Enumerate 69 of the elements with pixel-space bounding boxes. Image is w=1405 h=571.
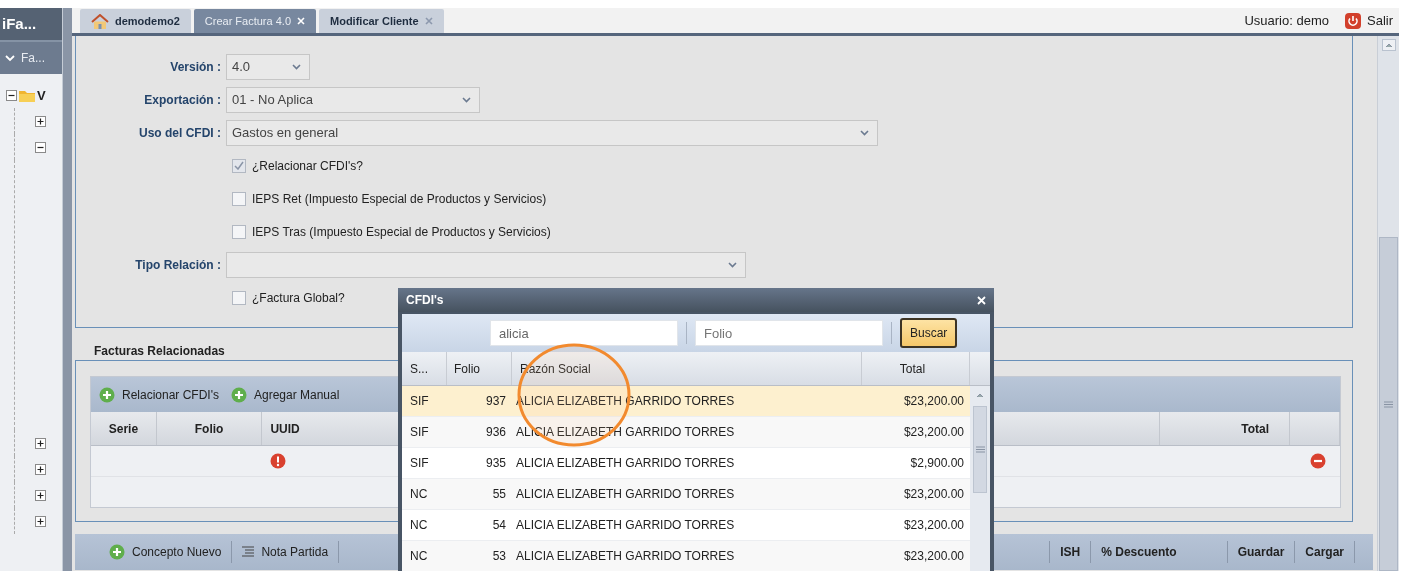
toolbar-button[interactable]: Guardar [1227,541,1296,563]
chevron-down-icon [5,54,15,62]
search-field[interactable]: alicia [490,320,678,346]
logout-button[interactable]: Salir [1345,12,1393,29]
section-title: Facturas Relacionadas [93,343,225,360]
field-label: Uso del CFDI : [139,125,221,140]
user-label: Usuario: demo [1244,13,1329,28]
checkbox[interactable] [232,158,246,173]
column-header[interactable]: Serie [91,412,157,445]
tree-item[interactable]: V [37,87,46,103]
add-icon [109,544,125,560]
home-icon [91,13,109,29]
column-header[interactable]: Total [1160,412,1291,445]
table-row[interactable]: NC 53 ALICIA ELIZABETH GARRIDO TORRES $23,200.00 [402,541,970,571]
accordion-title: Fa... [21,51,45,65]
chevron-down-icon [860,129,869,136]
dialog-title: CFDI's [406,293,444,307]
checkbox-label: IEPS Tras (Impuesto Especial de Productos y Servicios) [252,224,551,239]
toolbar-button[interactable]: Agregar Manual [231,386,340,403]
scrollbar[interactable] [1377,36,1399,571]
toolbar-button[interactable]: Concepto Nuevo [99,541,233,563]
chevron-down-icon [292,63,301,70]
close-icon [977,295,986,305]
grip-icon [975,446,985,453]
column-header[interactable]: Folio [156,412,263,445]
accordion-header[interactable]: Fa... [0,40,62,74]
grip-icon [1384,400,1393,408]
chevron-down-icon [462,96,471,103]
toolbar-button[interactable]: Nota Partida [232,541,340,563]
column-header[interactable]: Total [862,352,970,385]
toolbar-button[interactable]: ISH [1049,541,1092,563]
scroll-up-icon [1381,39,1396,51]
toolbar-button[interactable]: Relacionar CFDI's [99,386,219,403]
app-title: iFa... [0,8,62,40]
column-header[interactable]: Folio [447,352,512,385]
select-field[interactable]: Gastos en general [226,119,878,146]
folder-icon [19,88,35,102]
chevron-down-icon [728,261,737,268]
toolbar-button[interactable]: Cargar [1295,541,1355,563]
list-icon [242,546,255,558]
table-row[interactable]: NC 55 ALICIA ELIZABETH GARRIDO TORRES $23,200.00 [402,479,970,510]
field-label: Tipo Relación : [135,257,221,272]
tab[interactable]: demodemo2 [80,9,191,33]
checkbox[interactable] [232,224,246,239]
field-label: Versión : [170,59,221,74]
checkmark-icon [234,161,244,170]
power-icon [1345,12,1361,29]
toolbar-button[interactable]: % Descuento [1091,541,1228,563]
checkbox[interactable] [232,191,246,206]
splitter-handle[interactable] [62,8,72,571]
select-field[interactable]: 4.0 [226,53,310,80]
select-field[interactable] [226,251,746,278]
tab[interactable]: Modificar Cliente [319,9,444,33]
scrollbar-thumb[interactable] [973,406,987,493]
remove-icon[interactable] [1310,453,1326,469]
select-field[interactable]: 01 - No Aplica [226,86,480,113]
scrollbar[interactable] [970,386,990,571]
column-header[interactable]: S... [402,352,447,385]
add-icon [99,386,115,403]
checkbox-label: ¿Relacionar CFDI's? [252,158,363,173]
checkbox-label: IEPS Ret (Impuesto Especial de Productos y Servicios) [252,191,547,206]
checkbox[interactable] [232,290,246,305]
folio-field[interactable]: Folio [695,320,883,346]
checkbox-label: ¿Factura Global? [252,290,345,305]
close-icon[interactable] [424,17,433,25]
scrollbar-thumb[interactable] [1379,237,1398,571]
field-label: Exportación : [144,92,221,107]
add-icon [231,386,247,403]
search-button[interactable]: Buscar [900,318,958,348]
